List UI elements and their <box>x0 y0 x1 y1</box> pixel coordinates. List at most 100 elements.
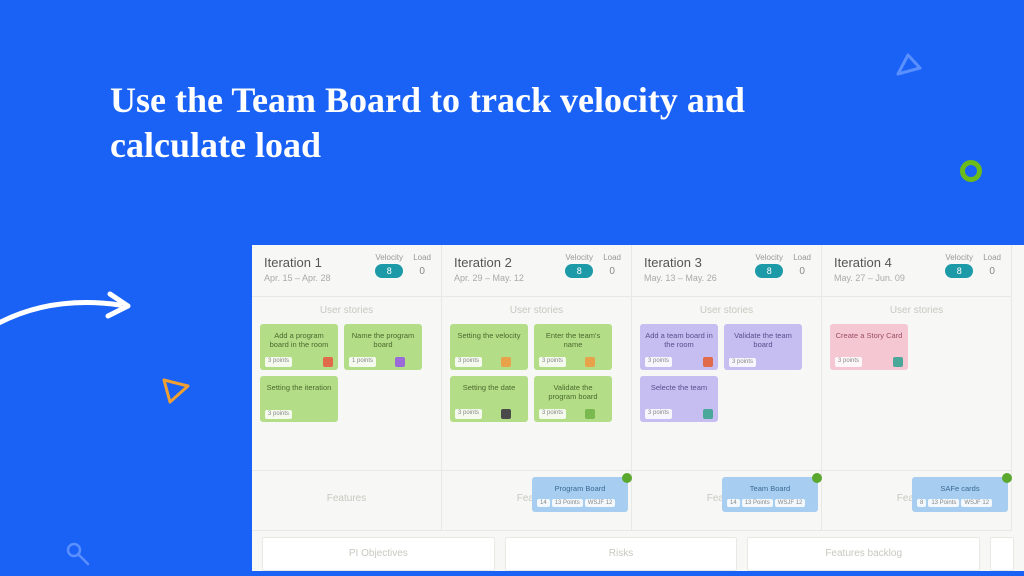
stories-area[interactable]: Create a Story Card 3 points <box>822 320 1011 470</box>
points-chip: 3 points <box>539 409 566 418</box>
features-cell[interactable]: FeaturesTeam Board1413 PointsWSJF 12 <box>632 471 822 531</box>
feature-card[interactable]: Program Board1413 PointsWSJF 12 <box>532 477 628 512</box>
bottom-section[interactable]: Risks <box>505 537 738 571</box>
iteration-column: Iteration 3May. 13 – May. 26Velocity8Loa… <box>632 245 822 471</box>
points-chip: 3 points <box>729 358 756 367</box>
features-cell[interactable]: Features <box>252 471 442 531</box>
feature-chip: WSJF 12 <box>585 499 616 507</box>
user-stories-label: User stories <box>822 297 1011 320</box>
tag-chip <box>597 357 607 367</box>
velocity-metric: Velocity8 <box>945 253 973 278</box>
feature-chip: 13 Points <box>742 499 773 507</box>
velocity-pill[interactable]: 8 <box>565 264 593 278</box>
points-chip: 3 points <box>835 357 862 366</box>
iteration-header[interactable]: Iteration 3May. 13 – May. 26Velocity8Loa… <box>632 245 821 297</box>
story-card[interactable]: Add a team board in the room 3 points <box>640 324 718 370</box>
tag-chip <box>501 409 511 419</box>
load-metric: Load0 <box>793 253 811 278</box>
card-text: Setting the velocity <box>455 329 523 344</box>
points-chip: 3 points <box>265 410 292 419</box>
tag-chip <box>501 357 511 367</box>
feature-text: Team Board <box>727 482 813 499</box>
card-text: Enter the team's name <box>539 329 607 353</box>
story-card[interactable]: Selecte the team3 points <box>640 376 718 422</box>
iteration-column: Iteration 4May. 27 – Jun. 09Velocity8Loa… <box>822 245 1012 471</box>
story-card[interactable]: Setting the date 3 points <box>450 376 528 422</box>
user-stories-label: User stories <box>632 297 821 320</box>
story-card[interactable]: Setting the iteration 3 points <box>260 376 338 422</box>
feature-text: SAFe cards <box>917 482 1003 499</box>
points-chip: 3 points <box>539 357 566 366</box>
stories-area[interactable]: Add a team board in the room3 pointsVali… <box>632 320 821 470</box>
features-cell[interactable]: FeaturesProgram Board1413 PointsWSJF 12 <box>442 471 632 531</box>
feature-chip: 13 Points <box>552 499 583 507</box>
velocity-pill[interactable]: 8 <box>755 264 783 278</box>
bottom-section[interactable]: Features backlog <box>747 537 980 571</box>
card-text: Create a Story Card <box>835 329 903 344</box>
link-dot-icon <box>622 473 632 483</box>
tag-chip <box>585 357 595 367</box>
velocity-metric: Velocity8 <box>755 253 783 278</box>
decoration-pin-icon <box>64 540 92 568</box>
feature-chip: 8 <box>917 499 926 507</box>
points-chip: 3 points <box>645 357 672 366</box>
decoration-arrow-icon <box>0 280 150 340</box>
feature-card[interactable]: Team Board1413 PointsWSJF 12 <box>722 477 818 512</box>
iteration-column: Iteration 2Apr. 29 – May. 12Velocity8Loa… <box>442 245 632 471</box>
iteration-header[interactable]: Iteration 1Apr. 15 – Apr. 28Velocity8Loa… <box>252 245 441 297</box>
story-card[interactable]: Name the program board1 points <box>344 324 422 370</box>
link-dot-icon <box>812 473 822 483</box>
story-card[interactable]: Create a Story Card 3 points <box>830 324 908 370</box>
card-text: Validate the team board <box>729 329 797 353</box>
story-card[interactable]: Add a program board in the room 3 points <box>260 324 338 370</box>
card-text: Name the program board <box>349 329 417 353</box>
decoration-triangle-orange-icon <box>158 372 192 406</box>
features-label: Features <box>262 477 431 504</box>
tag-chip <box>703 409 713 419</box>
story-card[interactable]: Validate the program board 3 points <box>534 376 612 422</box>
story-card[interactable]: Validate the team board 3 points <box>724 324 802 370</box>
tag-chip <box>513 409 523 419</box>
iteration-header[interactable]: Iteration 4May. 27 – Jun. 09Velocity8Loa… <box>822 245 1011 297</box>
link-dot-icon <box>1002 473 1012 483</box>
card-text: Validate the program board <box>539 381 607 405</box>
load-metric: Load0 <box>413 253 431 278</box>
feature-chip: 14 <box>537 499 550 507</box>
decoration-triangle-blue-icon <box>894 52 924 82</box>
velocity-pill[interactable]: 8 <box>375 264 403 278</box>
story-card[interactable]: Setting the velocity3 points <box>450 324 528 370</box>
card-text: Add a team board in the room <box>645 329 713 353</box>
feature-chip: 13 Points <box>928 499 959 507</box>
bottom-section[interactable] <box>990 537 1014 571</box>
stories-area[interactable]: Add a program board in the room 3 points N… <box>252 320 441 470</box>
iteration-header[interactable]: Iteration 2Apr. 29 – May. 12Velocity8Loa… <box>442 245 631 297</box>
velocity-metric: Velocity8 <box>565 253 593 278</box>
card-text: Setting the date <box>455 381 523 396</box>
points-chip: 3 points <box>455 409 482 418</box>
load-metric: Load0 <box>603 253 621 278</box>
features-cell[interactable]: FeaturesSAFe cards813 PointsWSJF 12 <box>822 471 1012 531</box>
feature-text: Program Board <box>537 482 623 499</box>
feature-chip: WSJF 12 <box>775 499 806 507</box>
tag-chip <box>597 409 607 419</box>
velocity-pill[interactable]: 8 <box>945 264 973 278</box>
feature-chip: 14 <box>727 499 740 507</box>
feature-chip: WSJF 12 <box>961 499 992 507</box>
user-stories-label: User stories <box>442 297 631 320</box>
feature-card[interactable]: SAFe cards813 PointsWSJF 12 <box>912 477 1008 512</box>
card-text: Setting the iteration <box>265 381 333 396</box>
card-text: Selecte the team <box>645 381 713 396</box>
tag-chip <box>395 357 405 367</box>
story-card[interactable]: Enter the team's name 3 points <box>534 324 612 370</box>
page-headline: Use the Team Board to track velocity and… <box>110 78 750 168</box>
load-metric: Load0 <box>983 253 1001 278</box>
user-stories-label: User stories <box>252 297 441 320</box>
team-board: Iteration 1Apr. 15 – Apr. 28Velocity8Loa… <box>252 245 1024 571</box>
card-text: Add a program board in the room <box>265 329 333 353</box>
tag-chip <box>585 409 595 419</box>
tag-chip <box>323 357 333 367</box>
stories-area[interactable]: Setting the velocity3 pointsEnter the te… <box>442 320 631 470</box>
points-chip: 3 points <box>265 357 292 366</box>
bottom-section[interactable]: PI Objectives <box>262 537 495 571</box>
tag-chip <box>893 357 903 367</box>
